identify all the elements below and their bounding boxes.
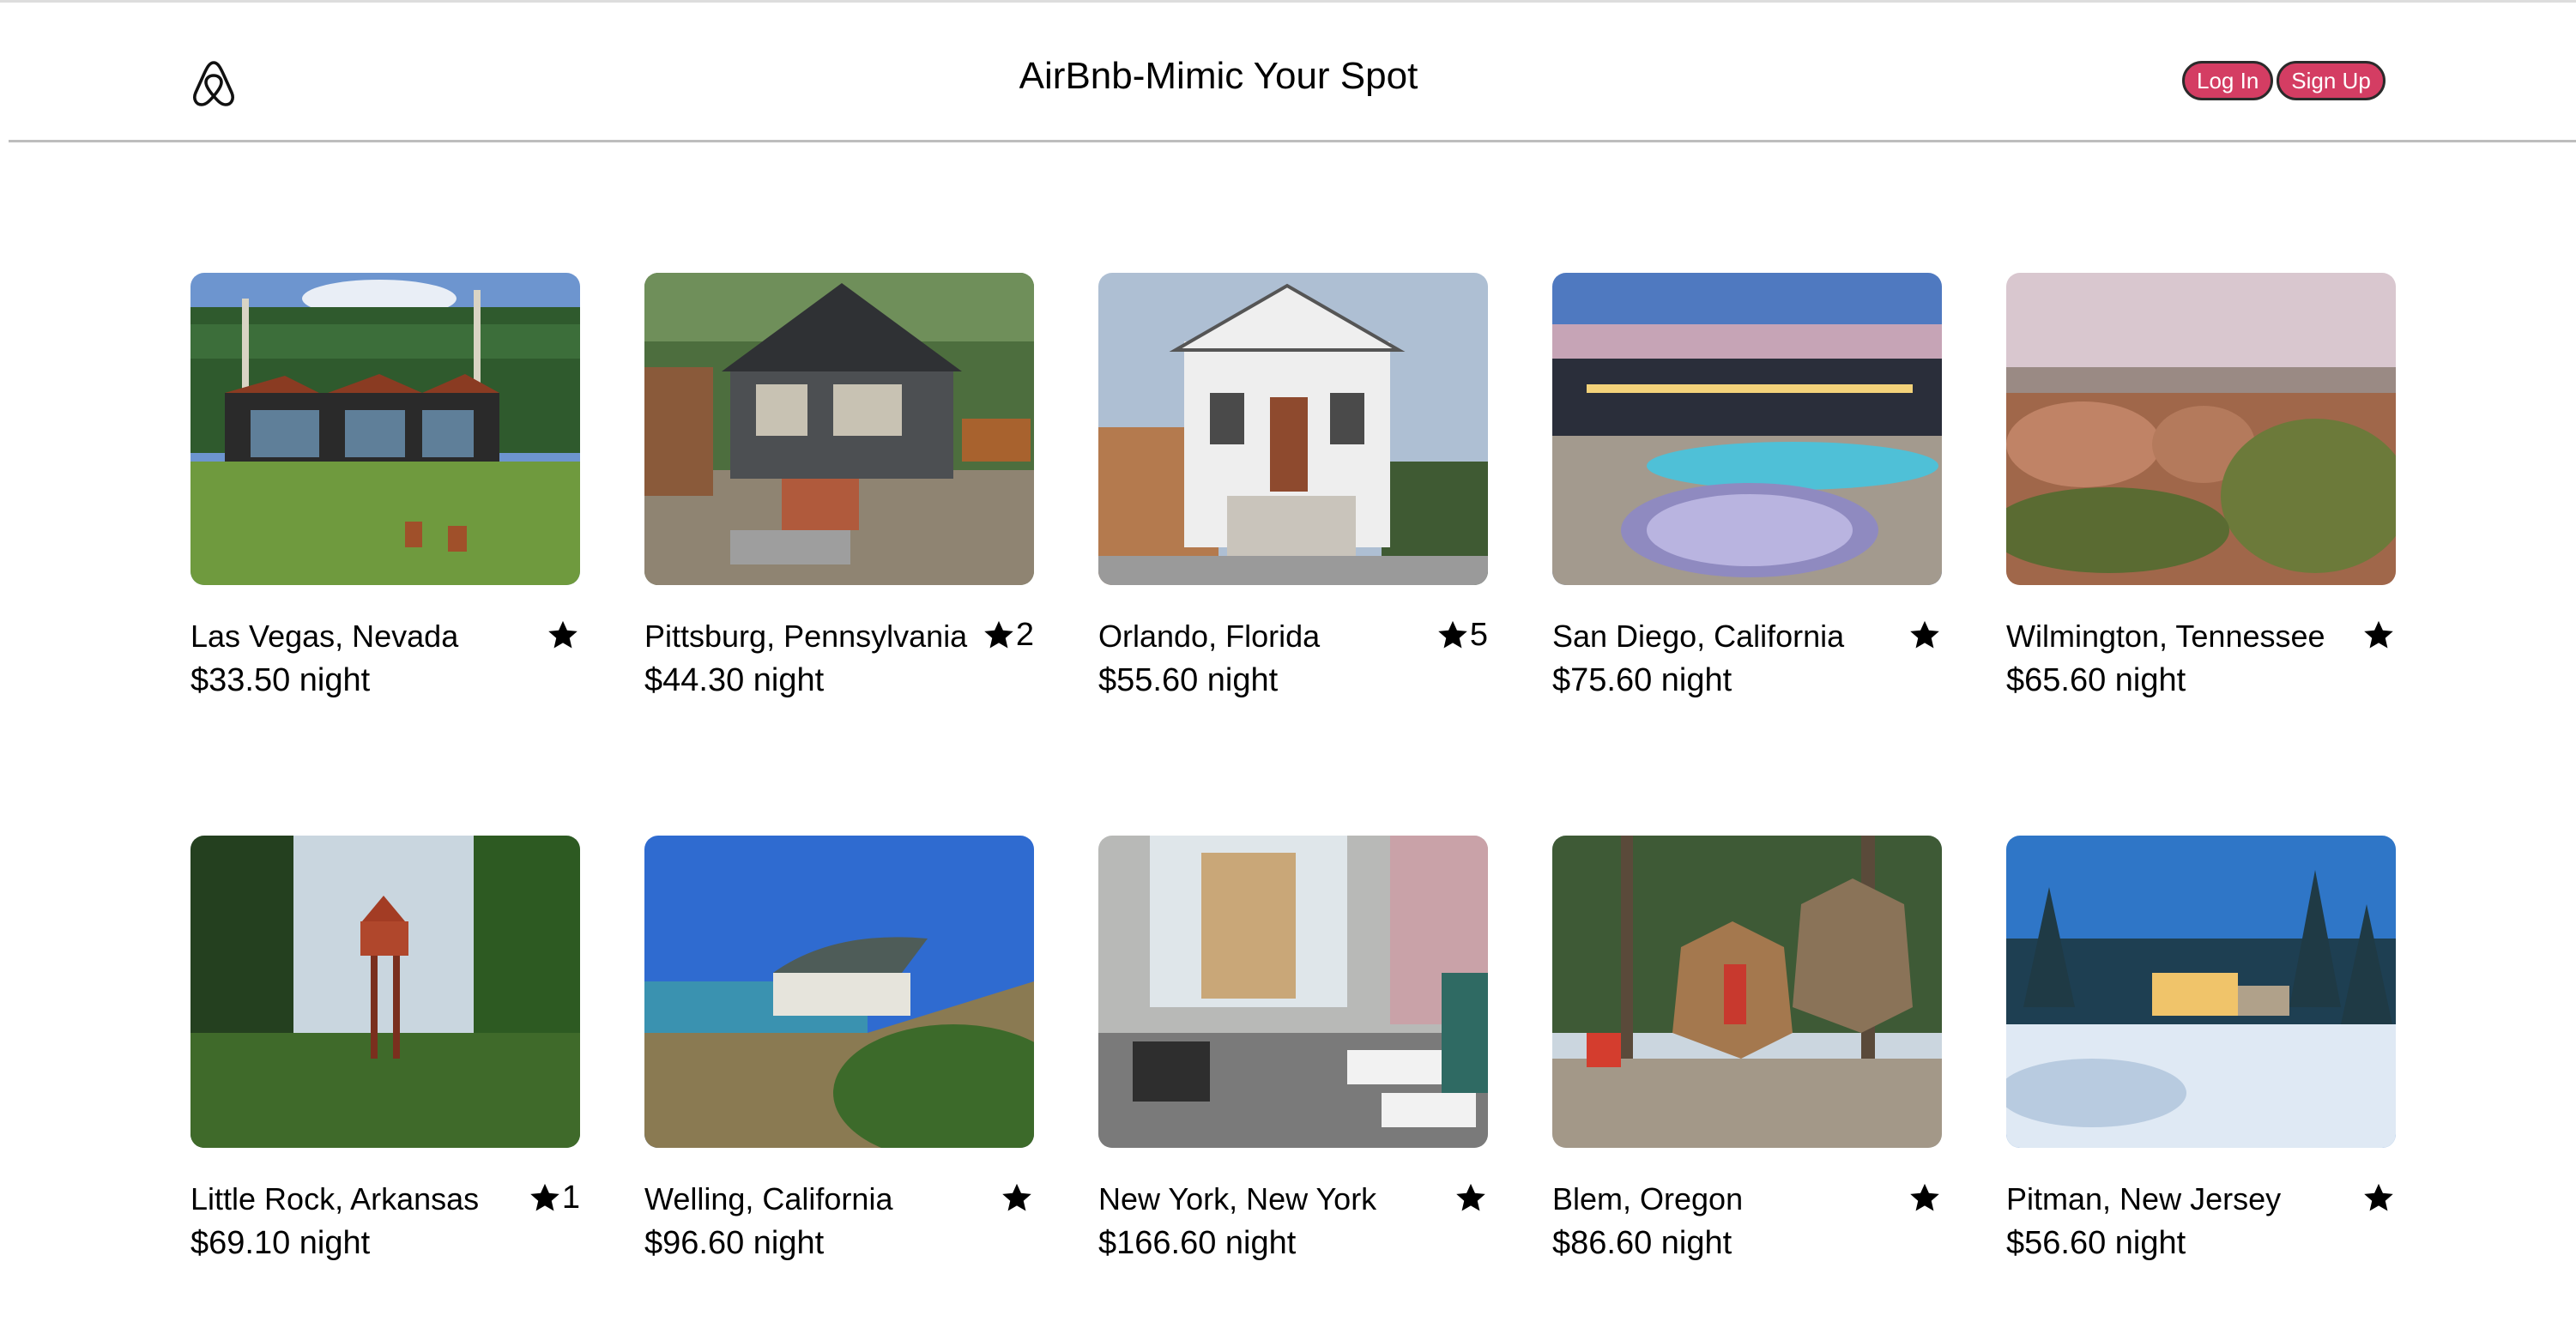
listing-location: San Diego, California xyxy=(1552,619,1845,654)
star-icon xyxy=(983,619,1015,651)
listing-card[interactable]: Little Rock, Arkansas $69.10 night 1 xyxy=(190,836,580,1261)
listing-location: Blem, Oregon xyxy=(1552,1181,1744,1216)
listing-location: Wilmington, Tennessee xyxy=(2006,619,2325,654)
listing-location: Pitman, New Jersey xyxy=(2006,1181,2282,1216)
listing-price: $55.60 night xyxy=(1098,662,1279,698)
listing-price: $75.60 night xyxy=(1552,662,1732,698)
star-icon xyxy=(2362,1181,2395,1214)
listing-photo[interactable] xyxy=(190,273,580,585)
listing-card[interactable]: Welling, California $96.60 night xyxy=(644,836,1034,1261)
listing-price: $44.30 night xyxy=(644,662,825,698)
listing-card[interactable]: Las Vegas, Nevada $33.50 night xyxy=(190,273,580,698)
listing-card[interactable]: San Diego, California $75.60 night xyxy=(1552,273,1942,698)
star-icon xyxy=(529,1181,561,1214)
listing-location: Pittsburg, Pennsylvania xyxy=(644,619,968,654)
site-title: AirBnb-Mimic Your Spot xyxy=(1019,55,1418,97)
listing-price: $69.10 night xyxy=(190,1225,371,1261)
listing-photo[interactable] xyxy=(644,836,1034,1148)
listing-location: New York, New York xyxy=(1098,1181,1377,1216)
star-icon xyxy=(1908,1181,1941,1214)
listing-photo[interactable] xyxy=(1098,836,1488,1148)
star-icon xyxy=(2362,619,2395,651)
listing-rating xyxy=(2362,616,2396,654)
listing-rating: 2 xyxy=(983,616,1034,654)
listing-photo[interactable] xyxy=(1552,836,1942,1148)
listing-card[interactable]: Orlando, Florida $55.60 night 5 xyxy=(1098,273,1488,698)
listing-rating xyxy=(2362,1179,2396,1216)
listing-photo[interactable] xyxy=(1552,273,1942,585)
star-icon xyxy=(547,619,579,651)
listing-photo[interactable] xyxy=(2006,836,2396,1148)
listing-location: Las Vegas, Nevada xyxy=(190,619,459,654)
login-button[interactable]: Log In xyxy=(2182,61,2274,100)
listing-price: $86.60 night xyxy=(1552,1225,1732,1261)
site-header: AirBnb-Mimic Your Spot Log In Sign Up xyxy=(9,3,2576,142)
listing-location: Welling, California xyxy=(644,1181,893,1216)
listing-rating xyxy=(1001,1179,1034,1216)
listing-price: $96.60 night xyxy=(644,1225,825,1261)
listing-price: $56.60 night xyxy=(2006,1225,2186,1261)
star-icon xyxy=(1436,619,1469,651)
auth-buttons: Log In Sign Up xyxy=(2182,61,2386,100)
star-icon xyxy=(1454,1181,1487,1214)
rating-value: 2 xyxy=(1015,617,1034,653)
listing-price: $65.60 night xyxy=(2006,662,2186,698)
listing-price: $166.60 night xyxy=(1098,1225,1297,1261)
listing-rating xyxy=(1908,616,1942,654)
listing-card[interactable]: Blem, Oregon $86.60 night xyxy=(1552,836,1942,1261)
listing-photo[interactable] xyxy=(2006,273,2396,585)
listing-price: $33.50 night xyxy=(190,662,371,698)
signup-button[interactable]: Sign Up xyxy=(2277,61,2386,100)
listing-rating: 1 xyxy=(529,1179,580,1216)
listing-card[interactable]: New York, New York $166.60 night xyxy=(1098,836,1488,1261)
rating-value: 1 xyxy=(561,1180,580,1216)
listing-photo[interactable] xyxy=(190,836,580,1148)
listing-card[interactable]: Pittsburg, Pennsylvania $44.30 night 2 xyxy=(644,273,1034,698)
listing-location: Orlando, Florida xyxy=(1098,619,1321,654)
star-icon xyxy=(1908,619,1941,651)
listing-card[interactable]: Pitman, New Jersey $56.60 night xyxy=(2006,836,2396,1261)
listing-rating xyxy=(547,616,580,654)
listing-rating xyxy=(1454,1179,1488,1216)
rating-value: 5 xyxy=(1469,617,1488,653)
listing-photo[interactable] xyxy=(644,273,1034,585)
listing-location: Little Rock, Arkansas xyxy=(190,1181,480,1216)
listing-card[interactable]: Wilmington, Tennessee $65.60 night xyxy=(2006,273,2396,698)
star-icon xyxy=(1001,1181,1033,1214)
listing-rating: 5 xyxy=(1436,616,1488,654)
listing-rating xyxy=(1908,1179,1942,1216)
airbnb-logo-icon[interactable] xyxy=(190,59,237,109)
listing-photo[interactable] xyxy=(1098,273,1488,585)
